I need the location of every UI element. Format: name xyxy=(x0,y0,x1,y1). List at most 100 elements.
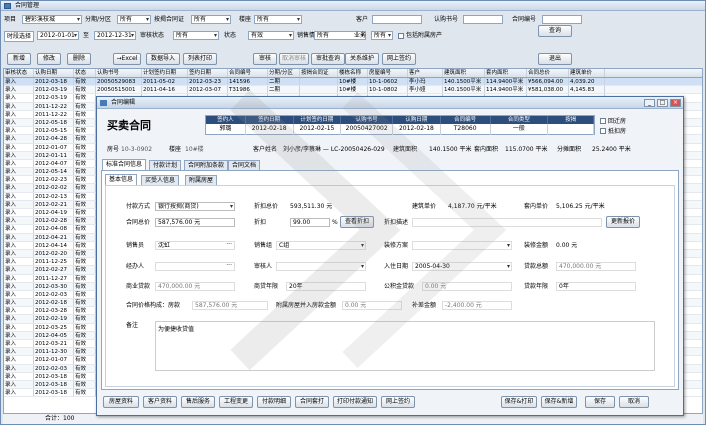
table-row[interactable]: 录入 2012-03-18 有效 20050529083 2011-05-02 2012-… xyxy=(4,78,702,87)
delete-button[interactable]: 删除 xyxy=(67,53,91,65)
dialog-action-button[interactable]: 售后服务 xyxy=(181,396,215,408)
exit-button[interactable]: 退出 xyxy=(538,53,572,65)
salesman-field[interactable]: 沈虹 xyxy=(155,241,235,250)
tab-documents[interactable]: 合同文档 xyxy=(228,160,261,170)
column-header[interactable]: 建筑面积 xyxy=(443,69,485,77)
phase-select[interactable]: 所有 xyxy=(117,15,151,24)
attached-amount-field[interactable]: 0.00 元 xyxy=(342,301,402,310)
include-attached-checkbox[interactable] xyxy=(398,33,404,39)
list-print-button[interactable]: 列表打印 xyxy=(183,53,217,65)
project-select[interactable]: 碧彩溪枝城 xyxy=(22,15,82,24)
summary-value-cell[interactable]: 2012-02-18 xyxy=(246,124,294,135)
save-print-button[interactable]: 保存&打印 xyxy=(501,396,537,408)
column-header[interactable]: 房屋编号 xyxy=(368,69,408,77)
subscription-no-input[interactable] xyxy=(463,15,503,24)
commercial-loan-field[interactable]: 470,000.00 元 xyxy=(155,282,235,291)
column-header[interactable]: 审核状态 xyxy=(4,69,34,77)
column-header[interactable]: 楼栋名称 xyxy=(338,69,368,77)
edit-button[interactable]: 修改 xyxy=(37,53,61,65)
column-header[interactable]: 计划签约日期 xyxy=(142,69,188,77)
date-from-field[interactable]: 2012-01-01 xyxy=(37,31,79,40)
handler-field[interactable] xyxy=(155,262,235,271)
payment-method-select[interactable]: 银行按揭(商贷) xyxy=(155,202,235,211)
audit-status-select[interactable]: 所有 xyxy=(173,31,219,40)
dialog-action-button[interactable]: 网上签约 xyxy=(381,396,415,408)
column-header[interactable]: 分期/分区 xyxy=(268,69,300,77)
auditor-select[interactable] xyxy=(276,262,366,271)
subtab-basic-info[interactable]: 基本信息 xyxy=(105,174,138,185)
cancel-audit-button[interactable]: 取消审核 xyxy=(279,53,309,65)
column-header[interactable]: 套内面积 xyxy=(485,69,527,77)
query-button[interactable]: 查询 xyxy=(538,25,572,37)
contract-total-field[interactable]: 587,576.00 元 xyxy=(155,218,235,227)
summary-value-cell[interactable]: 一般 xyxy=(491,124,549,135)
summary-value-cell[interactable]: 20050427002 xyxy=(341,124,394,135)
loan-total-field[interactable]: 470,000.00 元 xyxy=(556,262,636,271)
save-button[interactable]: 保存 xyxy=(585,396,615,408)
house-price-field[interactable]: 587,576.00 元 xyxy=(192,301,268,310)
difference-field[interactable]: -2,400.00 元 xyxy=(442,301,512,310)
table-row[interactable]: 录入 2012-03-19 有效 20050515001 2011-04-16 2012-… xyxy=(4,86,702,95)
discount-desc-field[interactable] xyxy=(412,218,602,227)
date-to-field[interactable]: 2012-12-31 xyxy=(94,31,136,40)
fund-loan-field[interactable]: 0.00 元 xyxy=(422,282,512,291)
mortgage-cert-select[interactable]: 所有 xyxy=(191,15,231,24)
export-excel-button[interactable]: →Excel xyxy=(113,53,141,65)
commercial-term-field[interactable]: 20年 xyxy=(286,282,366,291)
column-header[interactable]: 认购书号 xyxy=(96,69,142,77)
subtab-attached-house[interactable]: 附属房屋 xyxy=(185,175,218,185)
summary-value-cell[interactable]: 郭璐 xyxy=(206,124,246,135)
maximize-icon[interactable]: □ xyxy=(657,99,668,107)
dialog-action-button[interactable]: 付款明细 xyxy=(257,396,291,408)
minimize-icon[interactable]: _ xyxy=(644,99,655,107)
contract-no-input[interactable] xyxy=(542,15,582,24)
summary-value-cell[interactable]: 2012-02-18 xyxy=(393,124,441,135)
audit-button[interactable]: 审核 xyxy=(253,53,277,65)
table-cell: 有效 xyxy=(74,118,96,127)
date-range-label[interactable]: 时段选择 xyxy=(4,31,35,42)
summary-value-cell[interactable] xyxy=(548,124,594,135)
audit-query-button[interactable]: 审批查询 xyxy=(311,53,345,65)
save-new-button[interactable]: 保存&新增 xyxy=(541,396,577,408)
relocation-checkbox[interactable] xyxy=(600,118,606,124)
dialog-action-button[interactable]: 打印付款通知 xyxy=(333,396,377,408)
data-import-button[interactable]: 数据导入 xyxy=(146,53,180,65)
remark-textarea[interactable]: 为便捷收贷值 xyxy=(155,321,655,371)
column-header[interactable]: 合同总价 xyxy=(527,69,569,77)
summary-value-cell[interactable]: 2012-02-15 xyxy=(294,124,342,135)
tab-standard-info[interactable]: 标准合同信息 xyxy=(102,159,147,170)
column-header[interactable]: 客户 xyxy=(408,69,443,77)
column-header[interactable]: 认购日期 xyxy=(34,69,74,77)
decoration-select[interactable] xyxy=(412,241,512,250)
add-button[interactable]: 新增 xyxy=(7,53,31,65)
building-select[interactable]: 所有 xyxy=(254,15,302,24)
tab-extra-terms[interactable]: 合同附加条款 xyxy=(184,160,229,170)
dialog-action-button[interactable]: 客户资料 xyxy=(143,396,177,408)
customer-input[interactable] xyxy=(372,15,422,24)
column-header[interactable]: 合同编号 xyxy=(228,69,268,77)
discount-field[interactable]: 99.00 xyxy=(290,218,330,227)
dialog-action-button[interactable]: 工程变更 xyxy=(219,396,253,408)
update-price-button[interactable]: 更新报价 xyxy=(606,216,640,228)
column-header[interactable]: 状态 xyxy=(74,69,96,77)
tab-payment-plan[interactable]: 付款计划 xyxy=(149,160,182,170)
view-discount-button[interactable]: 查看折扣 xyxy=(340,216,374,228)
column-header[interactable]: 建筑单价 xyxy=(569,69,605,77)
column-header[interactable]: 签约日期 xyxy=(188,69,228,77)
close-icon[interactable]: × xyxy=(670,99,681,107)
move-in-date-field[interactable]: 2005-04-30 xyxy=(412,262,512,271)
status-select[interactable]: 有效 xyxy=(248,31,294,40)
dialog-action-button[interactable]: 合同套打 xyxy=(295,396,329,408)
sales-group-select[interactable]: C组 xyxy=(276,241,366,250)
summary-value-cell[interactable]: T28060 xyxy=(441,124,491,135)
business-select[interactable]: 所有 xyxy=(371,31,393,40)
cancel-button[interactable]: 取消 xyxy=(619,396,649,408)
inner-area-value: 115.0700 平米 xyxy=(505,146,548,153)
dialog-action-button[interactable]: 房屋资料 xyxy=(103,396,139,408)
column-header[interactable]: 按揭合同证 xyxy=(300,69,338,77)
loan-term-field[interactable]: 0年 xyxy=(556,282,636,291)
relation-button[interactable]: 关系维护 xyxy=(345,53,379,65)
offset-checkbox[interactable] xyxy=(600,128,606,134)
subtab-buyer-info[interactable]: 买受人信息 xyxy=(141,175,180,185)
online-sign-button[interactable]: 网上签约 xyxy=(382,53,416,65)
